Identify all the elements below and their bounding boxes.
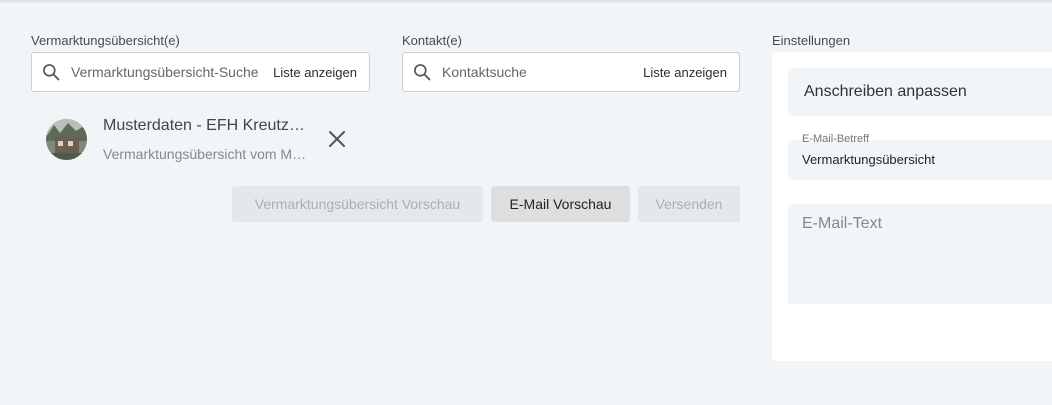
marketing-search-input[interactable] [71,64,274,80]
contact-search-input[interactable] [442,64,644,80]
marketing-label: Vermarktungsübersicht(e) [31,33,180,48]
search-icon [414,64,431,81]
contact-list-button[interactable]: Liste anzeigen [643,65,727,80]
send-button[interactable]: Versenden [638,186,740,222]
top-shadow [0,0,1052,4]
email-body-field[interactable]: E-Mail-Text [788,204,1052,304]
close-icon[interactable] [327,129,347,149]
search-icon [43,64,60,81]
settings-panel: Anschreiben anpassen E-Mail-Betreff Verm… [772,52,1052,361]
preview-overview-button[interactable]: Vermarktungsübersicht Vorschau [232,186,483,222]
email-subject-field[interactable]: E-Mail-Betreff Vermarktungsübersicht [788,133,1052,180]
contact-label: Kontakt(e) [402,33,462,48]
property-thumbnail [46,119,87,160]
email-body-placeholder: E-Mail-Text [802,215,883,232]
item-subtitle: Vermarktungsübersicht vom Muster [103,146,308,162]
preview-email-button[interactable]: E-Mail Vorschau [491,186,630,222]
email-subject-value: Vermarktungsübersicht [802,152,935,167]
contact-search-box: Liste anzeigen [402,52,740,92]
selected-marketing-item: Musterdaten - EFH Kreutzer Straße Vermar… [46,116,356,164]
item-title[interactable]: Musterdaten - EFH Kreutzer Straße [103,117,308,135]
marketing-list-button[interactable]: Liste anzeigen [273,65,357,80]
settings-label: Einstellungen [772,33,851,48]
letter-customize-header[interactable]: Anschreiben anpassen [788,68,1052,116]
marketing-search-box: Liste anzeigen [31,52,370,92]
email-subject-label: E-Mail-Betreff [802,133,870,145]
